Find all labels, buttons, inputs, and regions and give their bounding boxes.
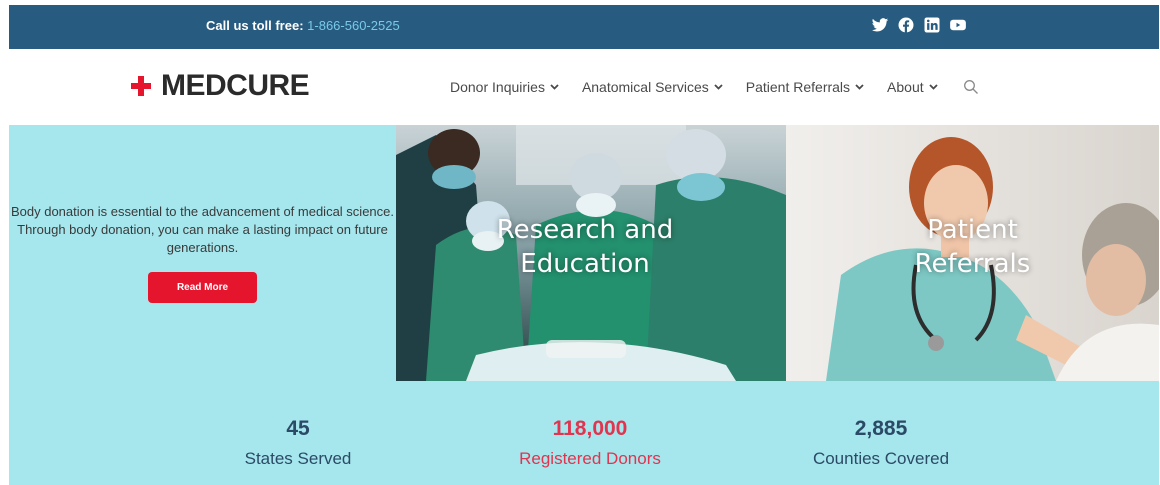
chevron-down-icon — [855, 84, 864, 90]
stat-counties-covered: 2,885 Counties Covered — [761, 415, 1001, 473]
facebook-icon[interactable] — [897, 16, 915, 34]
hero-section: Body donation is essential to the advanc… — [9, 125, 1159, 381]
stat-label: Counties Covered — [812, 449, 950, 468]
main-nav: Donor Inquiries Anatomical Services Pati… — [450, 79, 979, 95]
stat-value: 2,885 — [854, 417, 908, 440]
nav-label: Anatomical Services — [581, 79, 709, 95]
read-more-button[interactable]: Read More — [148, 272, 257, 303]
social-links — [871, 16, 967, 34]
youtube-icon[interactable] — [949, 16, 967, 34]
search-icon[interactable] — [963, 79, 979, 95]
stat-label: Registered Donors — [519, 449, 661, 468]
phone-link[interactable]: 1-866-560-2525 — [307, 18, 400, 33]
nav-label: About — [887, 79, 924, 95]
stats-section: 45 States Served 118,000 Registered Dono… — [9, 381, 1159, 485]
top-bar: Call us toll free: 1-866-560-2525 — [9, 5, 1159, 49]
stat-states-served: 45 States Served — [178, 415, 418, 473]
chevron-down-icon — [929, 84, 938, 90]
site-header: MEDCURE Donor Inquiries Anatomical Servi… — [9, 49, 1159, 125]
caption-line: Education — [520, 249, 650, 279]
toll-free-text: Call us toll free: 1-866-560-2525 — [206, 18, 400, 33]
nav-label: Patient Referrals — [745, 79, 851, 95]
chevron-down-icon — [550, 84, 559, 90]
caption-line: Patient — [927, 215, 1018, 245]
call-label: Call us toll free: — [206, 18, 304, 33]
nav-donor-inquiries[interactable]: Donor Inquiries — [450, 79, 559, 95]
medical-cross-icon — [131, 76, 151, 96]
caption-line: Referrals — [914, 249, 1031, 279]
stat-registered-donors: 118,000 Registered Donors — [470, 415, 710, 473]
research-education-panel[interactable]: Research and Education — [396, 125, 786, 381]
nav-anatomical-services[interactable]: Anatomical Services — [582, 79, 723, 95]
stat-label: States Served — [244, 449, 352, 468]
nav-patient-referrals[interactable]: Patient Referrals — [746, 79, 864, 95]
logo[interactable]: MEDCURE — [129, 69, 310, 103]
stat-value: 45 — [286, 417, 310, 440]
stat-value: 118,000 — [552, 417, 628, 440]
intro-text: Body donation is essential to the advanc… — [10, 204, 394, 255]
page-frame: Call us toll free: 1-866-560-2525 MEDCUR… — [9, 5, 1159, 485]
logo-text: MEDCURE — [161, 69, 310, 102]
nav-about[interactable]: About — [887, 79, 938, 95]
chevron-down-icon — [714, 84, 723, 90]
patient-referrals-panel[interactable]: Patient Referrals — [786, 125, 1159, 381]
linkedin-icon[interactable] — [923, 16, 941, 34]
panel-caption: Patient Referrals — [786, 213, 1159, 281]
twitter-icon[interactable] — [871, 16, 889, 34]
caption-line: Research and — [496, 215, 674, 245]
panel-caption: Research and Education — [396, 213, 780, 281]
nav-label: Donor Inquiries — [450, 79, 545, 95]
